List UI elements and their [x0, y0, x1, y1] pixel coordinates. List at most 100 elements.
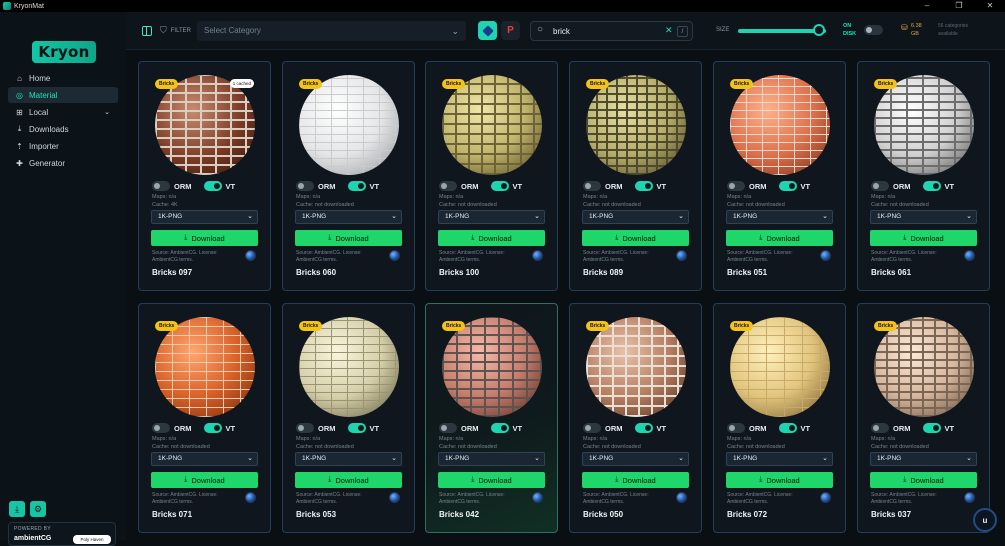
- material-card[interactable]: Bricks ORM VT Maps: n/a Cache: not downloade…: [857, 61, 990, 291]
- format-select[interactable]: 1K-PNG ⌄: [870, 452, 977, 466]
- format-select[interactable]: 1K-PNG ⌄: [295, 452, 402, 466]
- material-preview[interactable]: [730, 317, 830, 417]
- orm-toggle[interactable]: [296, 181, 314, 191]
- maximize-button[interactable]: ❐: [944, 0, 974, 12]
- source-ambientcg-toggle[interactable]: [478, 21, 497, 40]
- ambientcg-source-icon[interactable]: [964, 250, 975, 261]
- format-select[interactable]: 1K-PNG ⌄: [726, 210, 833, 224]
- material-preview[interactable]: [442, 75, 542, 175]
- ambientcg-source-icon[interactable]: [820, 492, 831, 503]
- format-select[interactable]: 1K-PNG ⌄: [726, 452, 833, 466]
- vt-toggle[interactable]: [634, 181, 653, 191]
- orm-toggle[interactable]: [439, 423, 457, 433]
- vt-toggle[interactable]: [347, 181, 366, 191]
- format-select[interactable]: 1K-PNG ⌄: [438, 210, 545, 224]
- sidebar-toggle-icon[interactable]: [142, 26, 152, 36]
- vt-toggle[interactable]: [634, 423, 653, 433]
- material-preview[interactable]: [586, 317, 686, 417]
- orm-toggle[interactable]: [152, 423, 170, 433]
- vt-toggle[interactable]: [922, 423, 941, 433]
- vt-toggle[interactable]: [778, 181, 797, 191]
- ambientcg-source-icon[interactable]: [676, 492, 687, 503]
- on-disk-toggle[interactable]: [864, 25, 883, 35]
- format-select[interactable]: 1K-PNG ⌄: [151, 210, 258, 224]
- settings-button[interactable]: ⚙: [30, 501, 46, 517]
- ambientcg-logo[interactable]: ambientCG: [14, 535, 51, 542]
- format-select[interactable]: 1K-PNG ⌄: [870, 210, 977, 224]
- material-preview[interactable]: [299, 75, 399, 175]
- download-button[interactable]: ⤓ Download: [295, 230, 402, 246]
- orm-toggle[interactable]: [583, 181, 601, 191]
- sidebar-item-downloads[interactable]: ⤓ Downloads: [8, 121, 118, 137]
- orm-toggle[interactable]: [583, 423, 601, 433]
- format-select[interactable]: 1K-PNG ⌄: [582, 452, 689, 466]
- material-card[interactable]: Bricks ORM VT Maps: n/a Cache: not downloade…: [282, 303, 415, 533]
- material-card[interactable]: Bricks ORM VT Maps: n/a Cache: not downloade…: [282, 61, 415, 291]
- chevron-down-icon[interactable]: ⌄: [104, 108, 110, 116]
- format-select[interactable]: 1K-PNG ⌄: [151, 452, 258, 466]
- size-slider-handle[interactable]: [812, 24, 825, 36]
- material-preview[interactable]: [442, 317, 542, 417]
- search-input[interactable]: brick: [553, 27, 570, 36]
- clear-search-icon[interactable]: ✕: [665, 25, 673, 36]
- orm-toggle[interactable]: [727, 181, 745, 191]
- ambientcg-source-icon[interactable]: [532, 492, 543, 503]
- material-preview[interactable]: [874, 317, 974, 417]
- download-button[interactable]: ⤓ Download: [438, 230, 545, 246]
- vt-toggle[interactable]: [203, 181, 222, 191]
- download-button[interactable]: ⤓ Download: [151, 230, 258, 246]
- material-preview[interactable]: [299, 317, 399, 417]
- material-card[interactable]: Bricks ORM VT Maps: n/a Cache: not downloade…: [425, 303, 558, 533]
- vt-toggle[interactable]: [490, 181, 509, 191]
- search-box[interactable]: ○ brick ✕ /: [530, 21, 693, 41]
- download-button[interactable]: ⤓ Download: [726, 472, 833, 488]
- ambientcg-source-icon[interactable]: [389, 250, 400, 261]
- sidebar-item-local[interactable]: ⊞ Local ⌄: [8, 104, 118, 120]
- material-card[interactable]: Bricks 1 cached ORM VT Maps: n/a Cache: 4K 1K-…: [138, 61, 271, 291]
- orm-toggle[interactable]: [296, 423, 314, 433]
- orm-toggle[interactable]: [871, 181, 889, 191]
- material-card[interactable]: Bricks ORM VT Maps: n/a Cache: not downloade…: [138, 303, 271, 533]
- category-select[interactable]: Select Category ⌄: [197, 21, 466, 41]
- download-button[interactable]: ⤓ Download: [870, 472, 977, 488]
- kryon-assistant-button[interactable]: u: [973, 508, 997, 532]
- material-preview[interactable]: [730, 75, 830, 175]
- ambientcg-source-icon[interactable]: [245, 250, 256, 261]
- format-select[interactable]: 1K-PNG ⌄: [295, 210, 402, 224]
- material-card[interactable]: Bricks ORM VT Maps: n/a Cache: not downloade…: [857, 303, 990, 533]
- download-button[interactable]: ⤓ Download: [438, 472, 545, 488]
- material-card[interactable]: Bricks ORM VT Maps: n/a Cache: not downloade…: [713, 303, 846, 533]
- ambientcg-source-icon[interactable]: [820, 250, 831, 261]
- vt-toggle[interactable]: [778, 423, 797, 433]
- orm-toggle[interactable]: [727, 423, 745, 433]
- vt-toggle[interactable]: [922, 181, 941, 191]
- vt-toggle[interactable]: [490, 423, 509, 433]
- material-card[interactable]: Bricks ORM VT Maps: n/a Cache: not downloade…: [713, 61, 846, 291]
- ambientcg-source-icon[interactable]: [389, 492, 400, 503]
- ambientcg-source-icon[interactable]: [245, 492, 256, 503]
- material-preview[interactable]: [874, 75, 974, 175]
- material-preview[interactable]: [155, 317, 255, 417]
- sidebar-item-importer[interactable]: ⇡ Importer: [8, 138, 118, 154]
- close-button[interactable]: ✕: [975, 0, 1005, 12]
- download-button[interactable]: ⤓ Download: [295, 472, 402, 488]
- material-preview[interactable]: [155, 75, 255, 175]
- ambientcg-source-icon[interactable]: [964, 492, 975, 503]
- source-polyhaven-toggle[interactable]: P: [501, 21, 520, 40]
- download-button[interactable]: ⤓ Download: [151, 472, 258, 488]
- material-card[interactable]: Bricks ORM VT Maps: n/a Cache: not downloade…: [569, 61, 702, 291]
- download-queue-button[interactable]: ⤓: [9, 501, 25, 517]
- vt-toggle[interactable]: [347, 423, 366, 433]
- download-button[interactable]: ⤓ Download: [582, 472, 689, 488]
- orm-toggle[interactable]: [152, 181, 170, 191]
- ambientcg-source-icon[interactable]: [532, 250, 543, 261]
- format-select[interactable]: 1K-PNG ⌄: [582, 210, 689, 224]
- download-button[interactable]: ⤓ Download: [870, 230, 977, 246]
- format-select[interactable]: 1K-PNG ⌄: [438, 452, 545, 466]
- sidebar-item-material[interactable]: ◎ Material: [8, 87, 118, 103]
- minimize-button[interactable]: –: [912, 0, 942, 12]
- sidebar-item-generator[interactable]: ✚ Generator: [8, 155, 118, 171]
- download-button[interactable]: ⤓ Download: [582, 230, 689, 246]
- download-button[interactable]: ⤓ Download: [726, 230, 833, 246]
- sidebar-item-home[interactable]: ⌂ Home: [8, 70, 118, 86]
